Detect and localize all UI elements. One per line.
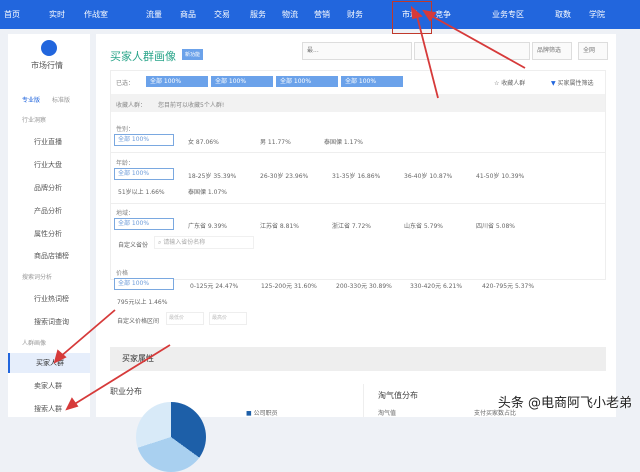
arrow-line bbox=[59, 309, 116, 358]
arrow-line bbox=[415, 11, 439, 99]
annotation-arrows bbox=[53, 5, 526, 411]
arrow-line bbox=[72, 344, 171, 406]
arrowhead bbox=[422, 9, 437, 22]
arrowhead bbox=[410, 5, 423, 20]
arrowhead bbox=[53, 349, 67, 364]
arrow-line bbox=[429, 14, 526, 69]
arrowhead bbox=[65, 397, 79, 411]
